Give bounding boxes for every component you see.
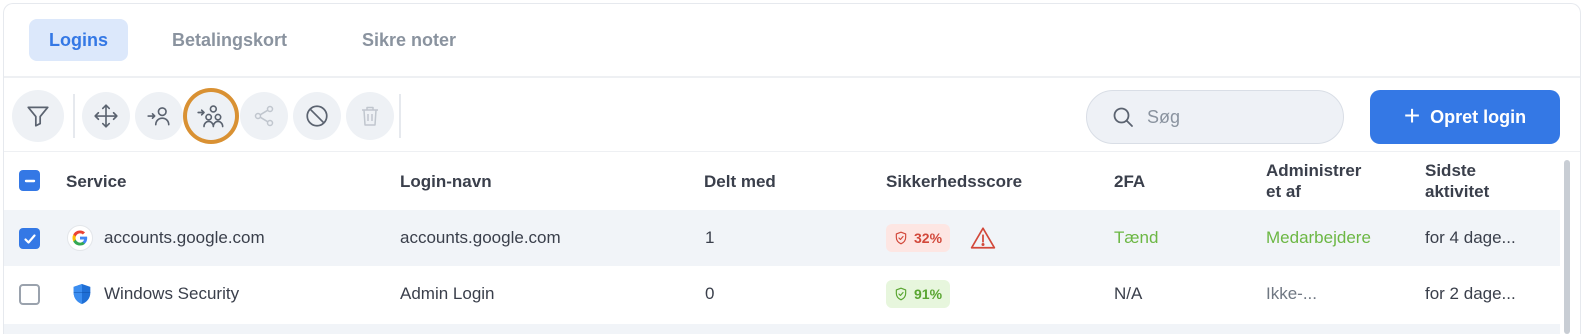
last-activity: for 4 dage...: [1425, 228, 1516, 247]
2fa-status: N/A: [1114, 284, 1143, 303]
create-login-button[interactable]: + Opret login: [1370, 90, 1560, 144]
security-score: 32%: [886, 210, 996, 266]
assign-user-icon: [147, 107, 170, 126]
score-badge: 91%: [886, 280, 951, 308]
shared-with-count: 0: [705, 284, 715, 303]
column-header-shared-with[interactable]: Delt med: [704, 171, 776, 192]
table-row-partial: [4, 324, 1560, 334]
delete-button[interactable]: [346, 92, 394, 140]
warning-icon: [970, 227, 996, 249]
search-icon: [1113, 107, 1133, 127]
tab-bar: Logins Betalingskort Sikre noter: [4, 4, 1580, 78]
filter-icon: [27, 106, 49, 127]
indeterminate-icon: [24, 179, 35, 182]
google-icon: [67, 225, 93, 251]
share-button[interactable]: [240, 92, 288, 140]
row-checkbox[interactable]: [19, 284, 40, 305]
plus-icon: +: [1403, 99, 1421, 131]
score-badge: 32%: [886, 224, 951, 252]
column-header-2fa[interactable]: 2FA: [1114, 171, 1145, 192]
assign-group-button[interactable]: [187, 92, 235, 140]
checkmark-icon: [23, 233, 36, 244]
tab-secure-notes[interactable]: Sikre noter: [342, 19, 476, 61]
create-login-label: Opret login: [1430, 106, 1527, 127]
last-activity: for 2 dage...: [1425, 284, 1516, 303]
service-name[interactable]: accounts.google.com: [104, 210, 265, 266]
windows-security-shield-icon: [69, 281, 95, 307]
column-header-service[interactable]: Service: [66, 171, 127, 192]
table-header: Service Login-navn Delt med Sikkerhedssc…: [4, 152, 1580, 210]
toolbar: + Opret login: [4, 80, 1580, 152]
assign-group-icon: [197, 105, 224, 128]
move-icon: [94, 104, 118, 128]
login-name: accounts.google.com: [400, 228, 561, 247]
select-all-checkbox[interactable]: [19, 170, 40, 191]
security-score: 91%: [886, 266, 951, 322]
shared-with-count: 1: [705, 228, 715, 247]
table-row[interactable]: Windows Security Admin Login 0 91% N/A I…: [4, 266, 1560, 322]
search-box[interactable]: [1086, 90, 1344, 144]
filter-button[interactable]: [12, 90, 64, 142]
assign-user-button[interactable]: [135, 92, 183, 140]
column-header-managed-by[interactable]: Administrer et af: [1266, 160, 1361, 202]
trash-icon: [362, 106, 378, 126]
tab-logins[interactable]: Logins: [29, 19, 128, 61]
toolbar-divider: [399, 94, 401, 138]
block-icon: [306, 105, 328, 127]
share-icon: [254, 105, 274, 127]
managed-by: Medarbejdere: [1266, 228, 1371, 247]
toolbar-divider: [73, 94, 75, 138]
login-name: Admin Login: [400, 284, 495, 303]
move-button[interactable]: [82, 92, 130, 140]
tab-payment-cards[interactable]: Betalingskort: [152, 19, 307, 61]
search-input[interactable]: [1147, 106, 1327, 128]
column-header-login-name[interactable]: Login-navn: [400, 171, 492, 192]
logins-panel: Logins Betalingskort Sikre noter Søg + O…: [3, 3, 1581, 334]
vertical-scrollbar[interactable]: [1564, 160, 1570, 334]
row-checkbox[interactable]: [19, 228, 40, 249]
column-header-last-activity[interactable]: Sidste aktivitet: [1425, 160, 1489, 202]
2fa-status[interactable]: Tænd: [1114, 210, 1158, 266]
service-name[interactable]: Windows Security: [104, 266, 239, 322]
shield-icon: [895, 287, 907, 301]
managed-by: Ikke-...: [1266, 284, 1318, 303]
table-row[interactable]: accounts.google.com accounts.google.com …: [4, 210, 1560, 266]
block-button[interactable]: [293, 92, 341, 140]
shield-icon: [895, 231, 907, 245]
column-header-security-score[interactable]: Sikkerhedsscore: [886, 171, 1022, 192]
